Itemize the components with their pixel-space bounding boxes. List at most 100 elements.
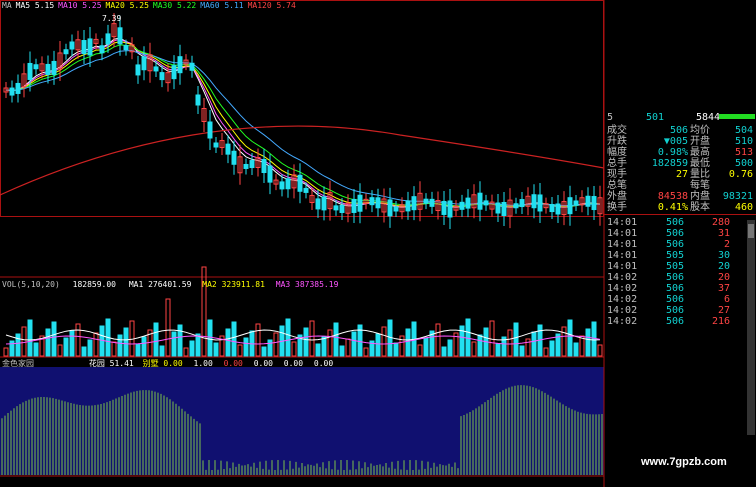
indicator-panel-bg — [0, 367, 604, 475]
vol-ma3-value: 387385.19 — [295, 280, 339, 289]
candle-body — [207, 121, 213, 139]
tick-time: 14:02 — [607, 305, 638, 316]
volume-bar — [303, 327, 309, 357]
tick-row: 14:02 506 216 — [604, 316, 756, 327]
vol-legend-title: VOL(5,10,20) — [2, 280, 60, 289]
candle-body — [459, 201, 465, 210]
candle-body — [315, 198, 321, 210]
candle-body — [141, 56, 147, 71]
candle-body — [537, 194, 543, 212]
quote-price: 501 — [646, 112, 665, 123]
indicator-item2-label: 别墅 — [142, 359, 159, 368]
candle-body — [465, 197, 471, 209]
volume-bar — [273, 332, 279, 357]
quote-label: 现手 — [607, 169, 627, 180]
tick-row: 14:01 506 2 — [604, 239, 756, 250]
candle-body — [297, 174, 303, 192]
volume-bar — [477, 334, 483, 357]
quote-row: 升跌 ▼005 开盘 510 — [604, 136, 756, 147]
quote-row: 现手 27 量比 0.76 — [604, 169, 756, 180]
quote-amount: 5844 — [696, 112, 721, 123]
volume-bar — [585, 328, 591, 357]
volume-bar — [189, 340, 195, 357]
volume-bar — [171, 331, 177, 357]
indicator-item1-value: 51.41 — [109, 359, 134, 368]
candle-body — [495, 202, 501, 214]
volume-bar — [495, 343, 501, 357]
ma-legend-item: MA10 5.25 — [58, 1, 102, 10]
volume-bar — [435, 323, 441, 357]
quote-code: 5 — [607, 112, 614, 123]
volume-bar — [267, 339, 273, 357]
volume-bar — [255, 323, 261, 357]
quote-row: 总手 182859 最低 500 — [604, 158, 756, 169]
candle-body — [519, 199, 525, 208]
candle-body — [531, 194, 537, 209]
tick-time: 14:01 — [607, 228, 638, 239]
tick-row: 14:02 506 20 — [604, 272, 756, 283]
ma-legend-item: MA5 5.15 — [15, 1, 55, 10]
tick-volume: 27 — [717, 305, 730, 316]
volume-bar — [141, 336, 147, 357]
tick-row: 14:02 506 37 — [604, 283, 756, 294]
candle-body — [171, 65, 177, 80]
tick-price: 506 — [665, 217, 684, 228]
tick-volume: 6 — [723, 294, 730, 305]
quote-label: 外盘 — [607, 191, 627, 202]
tick-price: 506 — [665, 305, 684, 316]
candle-body — [285, 178, 291, 190]
tick-time: 14:01 — [607, 217, 638, 228]
volume-bar — [417, 344, 423, 357]
quote-value: 513 — [734, 147, 753, 158]
volume-bar — [447, 339, 453, 357]
quote-row: 总笔 每笔 — [604, 180, 756, 191]
volume-bar — [33, 342, 39, 357]
quote-value: 500 — [734, 158, 753, 169]
volume-bar — [183, 347, 189, 357]
volume-bar — [87, 339, 93, 357]
candle-body — [393, 206, 399, 212]
quote-value: 0.41% — [657, 202, 688, 213]
candle-body — [333, 205, 339, 211]
volume-bar — [15, 333, 21, 357]
candle-body — [423, 198, 429, 204]
indicator-zero-5: 0.00 — [313, 359, 334, 368]
quote-label: 最低 — [690, 158, 710, 169]
indicator-item2-value: 0.00 — [163, 359, 183, 368]
quote-label: 升跌 — [607, 136, 627, 147]
volume-bar — [69, 330, 75, 357]
candle-body — [513, 203, 519, 209]
tick-price: 506 — [665, 272, 684, 283]
price-high-label: 7.39 — [102, 14, 122, 23]
volume-bar — [3, 347, 9, 357]
vol-ma2-label: MA2 — [202, 280, 217, 289]
tick-time: 14:02 — [607, 316, 638, 327]
candle-body — [387, 199, 393, 217]
candle-body — [357, 194, 363, 212]
candle-body — [411, 196, 417, 211]
ma-line — [5, 38, 601, 208]
tick-price: 506 — [665, 283, 684, 294]
indicator-legend: 金色家园 花园 51.41 别墅 0.00 1.00 0.00 0.00 0.0… — [2, 359, 333, 368]
tick-volume: 20 — [717, 272, 730, 283]
quote-value: ▼005 — [663, 136, 688, 147]
volume-ma-lines — [5, 329, 601, 345]
volume-bar — [561, 326, 567, 357]
tick-row: 14:01 506 280 — [604, 217, 756, 228]
candle-body — [99, 45, 105, 54]
indicator-title: 金色家园 — [2, 359, 34, 368]
quote-panel: 5 501 5844 成交 506 均价 504 升跌 ▼005 开盘 510 幅度 0.98% 最… — [604, 110, 756, 487]
quote-row: 外盘 84538 内盘 98321 — [604, 191, 756, 202]
candle-body — [321, 196, 327, 211]
quote-label: 内盘 — [690, 191, 710, 202]
candle-body — [429, 198, 435, 207]
candle-body — [249, 160, 255, 169]
quote-value: 460 — [734, 202, 753, 213]
candle-body — [339, 204, 345, 213]
candle-body — [177, 56, 183, 74]
tick-price: 505 — [665, 261, 684, 272]
volume-bar — [309, 320, 315, 357]
quote-label: 总手 — [607, 158, 627, 169]
vol-ma-line — [5, 329, 601, 341]
volume-bar — [57, 344, 63, 357]
